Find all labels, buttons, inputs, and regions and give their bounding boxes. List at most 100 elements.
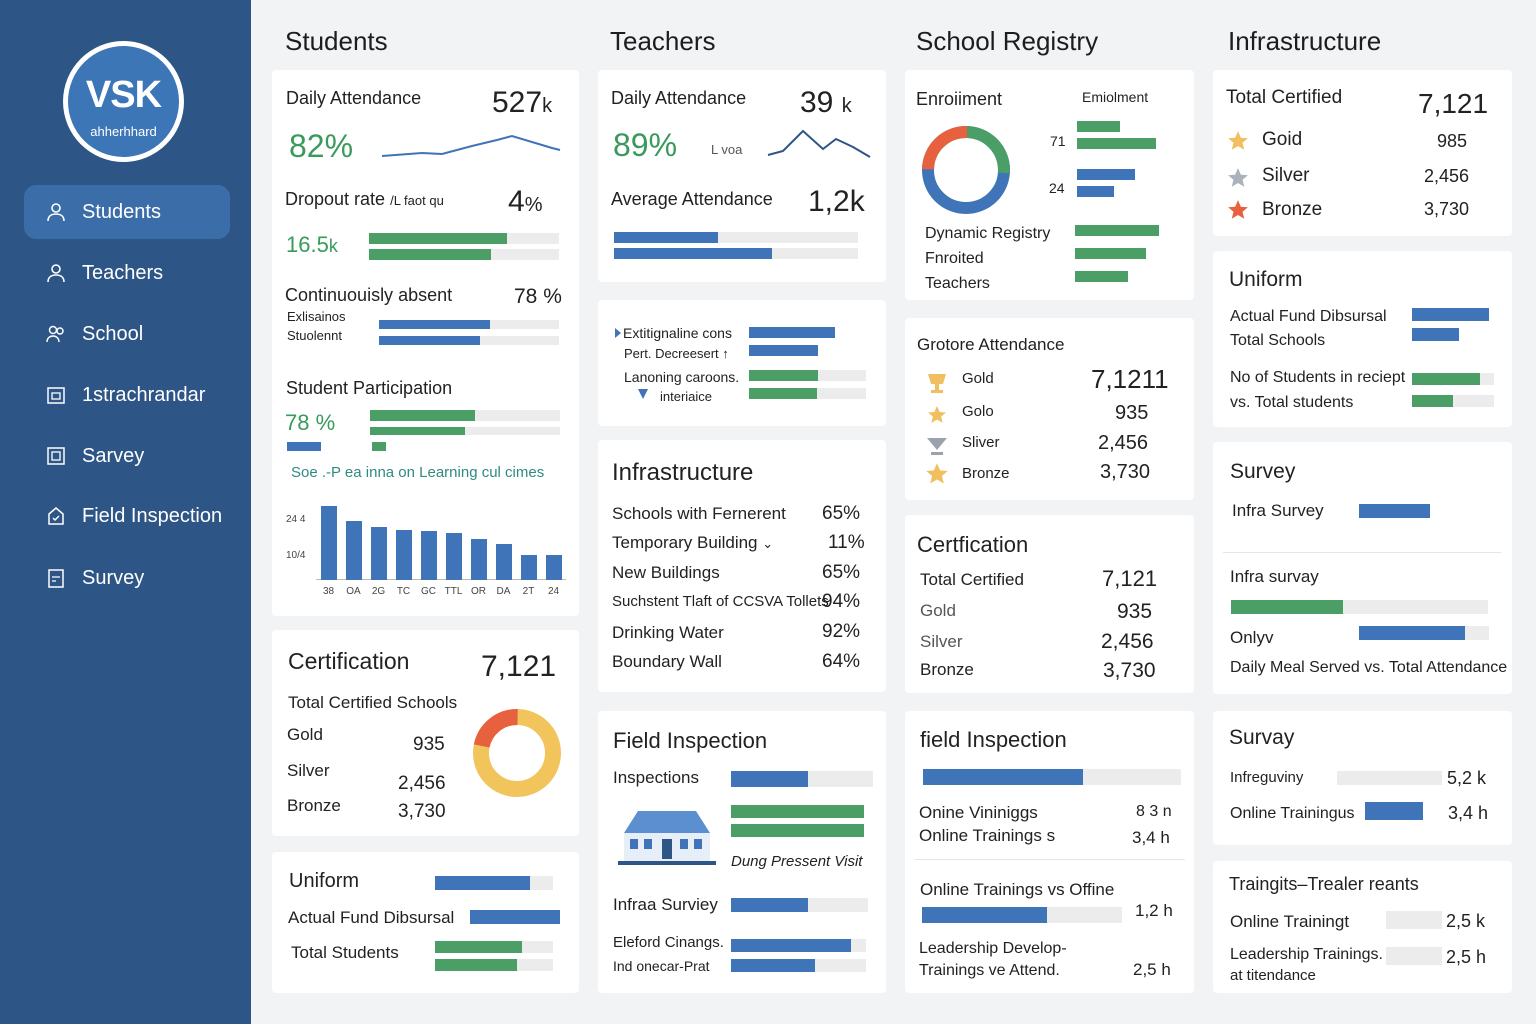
certification-card: Certification 7,121 Total Certified Scho…: [272, 630, 579, 836]
field-bar-2: [731, 824, 864, 837]
inspections-bar: [731, 771, 808, 787]
infra-cert-row-3-value: 3,730: [1424, 199, 1470, 219]
infra-survey-row-3: Onlyv: [1230, 628, 1274, 647]
misc-bar-3: [749, 370, 818, 381]
infra-uniform-row-3: No of Students in reciept: [1230, 369, 1406, 386]
infra-cert-row-1-value: 985: [1437, 131, 1468, 151]
nav-students[interactable]: Students: [24, 185, 230, 239]
nav-label: 1strachrandar: [82, 383, 206, 406]
chart-bar: [370, 526, 387, 580]
absent-pct: 78 %: [514, 285, 562, 308]
registry-field-row-4-value: 2,5 h: [1133, 960, 1171, 979]
infra-row-4-label: Suchstent Tlaft of CCSVA Tollets: [612, 593, 829, 610]
users-icon: [46, 325, 64, 343]
cert-gold-label: Gold: [287, 725, 323, 744]
participation-bar-4: [372, 442, 386, 451]
silver-star-icon: [1228, 168, 1248, 187]
cert-silver-value: 2,456: [398, 773, 446, 794]
chart-x-label: TTL: [444, 586, 463, 597]
dropout-title: Dropout rate /L faot qu: [285, 189, 444, 209]
infra-survey-row-4: Daily Meal Served vs. Total Attendance: [1230, 659, 1508, 676]
misc-row-4: interiaice: [660, 389, 713, 404]
teachers-daily-value: 39 k: [800, 86, 852, 119]
infra-survey-title: Survey: [1230, 460, 1296, 483]
nav-calendar[interactable]: 1strachrandar: [24, 368, 230, 422]
absent-line-2: Stuolennt: [287, 328, 342, 343]
logo-subtext: ahherhhard: [90, 124, 157, 139]
arrow-right-icon: [615, 328, 621, 338]
chart-x-label: DA: [496, 586, 511, 597]
nav-survey[interactable]: Survey: [24, 551, 230, 605]
uniform-bar-4: [435, 959, 517, 971]
absent-bar-2: [379, 336, 480, 345]
enrollment-label-3: Teachers: [925, 275, 990, 292]
enroll-bar-1: [1077, 121, 1120, 132]
silver-medal-icon: [927, 438, 947, 455]
infra-cert-row-1-label: Goid: [1262, 129, 1303, 150]
registry-cert-row-1-value: 7,121: [1102, 566, 1158, 591]
arrow-down-icon: [638, 389, 648, 399]
absent-line-1: Exlisainos: [287, 309, 346, 324]
inspections-label: Inspections: [613, 768, 699, 787]
attendance-sparkline: [381, 134, 561, 157]
nav-field-inspection[interactable]: Field Inspection: [24, 489, 230, 543]
infra-uniform-bar-4: [1412, 395, 1453, 407]
misc-bar-2: [749, 345, 818, 356]
nav-school[interactable]: School: [24, 307, 230, 361]
survay-card: Survay Infreguviny 5,2 k Online Training…: [1213, 711, 1512, 845]
logo-text: VSK: [85, 74, 162, 116]
nav-teachers[interactable]: Teachers: [24, 246, 230, 300]
trainings-row-2a: Leadership Trainings.: [1230, 946, 1383, 963]
trainings-title: Traingits–Trealer reants: [1229, 874, 1419, 894]
registry-cert-row-3-label: Silver: [920, 632, 963, 651]
infra-uniform-bar-2: [1412, 328, 1459, 341]
chart-x-label: 2G: [371, 586, 386, 597]
enroll-bar-5: [1075, 225, 1159, 236]
registry-field-row-4b: Trainings ve Attend.: [919, 962, 1060, 979]
dropout-bar-2: [369, 249, 491, 260]
certification-donut: [473, 709, 561, 797]
field-bar-1: [731, 805, 864, 818]
registry-field-row-1: Onine Vininiggs: [919, 803, 1038, 822]
infra-survey-label: Infraa Surviey: [613, 895, 718, 914]
participation-bar-1: [370, 410, 475, 421]
chart-x-label: 2T: [522, 586, 535, 597]
registry-cert-row-2-label: Gold: [920, 601, 956, 620]
eleford-bar-2: [731, 959, 815, 972]
registry-attendance-card: Grotore Attendance Gold 7,1211 Golo 935 …: [905, 318, 1194, 500]
registry-cert-title: Certfication: [917, 532, 1029, 557]
enroll-bar-4: [1077, 186, 1114, 197]
learning-link[interactable]: Soe .-P ea inna on Learning cul cimes: [291, 464, 544, 481]
teachers-header: Teachers: [610, 26, 716, 56]
survay-bar: [1365, 802, 1423, 820]
certification-sub: Total Certified Schools: [288, 693, 458, 712]
survay-row-2: Online Trainingus: [1230, 805, 1355, 822]
enroll-bar-7: [1075, 271, 1128, 282]
cert-silver-label: Silver: [287, 761, 330, 780]
registry-cert-row-3-value: 2,456: [1101, 630, 1154, 653]
registry-attendance-title: Grotore Attendance: [917, 335, 1065, 354]
nav-label: Sarvey: [82, 444, 145, 467]
nav-label: School: [82, 322, 144, 345]
infra-row-2-value: 11%: [828, 532, 865, 553]
infrastructure-header: Infrastructure: [1228, 26, 1382, 56]
participation-title: Student Participation: [286, 378, 453, 398]
uniform-bar-1: [435, 876, 530, 890]
nav-sarvey[interactable]: Sarvey: [24, 429, 230, 483]
attendance-row-3-label: Sliver: [962, 434, 1000, 451]
infra-row-2-label[interactable]: Temporary Building ⌄: [612, 533, 773, 553]
infra-survey-row-2: Infra survay: [1230, 567, 1319, 586]
average-attendance-value: 1,2k: [808, 185, 865, 218]
infra-survey-bar-1: [1359, 504, 1430, 518]
enrollment-n2: 24: [1049, 180, 1065, 196]
chart-bar: [495, 544, 512, 580]
chart-bar: [520, 554, 537, 580]
attendance-row-4-label: Bronze: [962, 465, 1010, 482]
bronze-star-icon: [1228, 200, 1248, 219]
enrollment-title: Enroiiment: [916, 89, 1003, 109]
calendar-icon: [47, 387, 65, 404]
attendance-row-1-label: Gold: [962, 370, 994, 387]
school-building-icon: [618, 811, 716, 865]
enrollment-n1: 71: [1050, 133, 1066, 149]
infra-survey-card: Survey Infra Survey Infra survay Onlyv D…: [1213, 442, 1512, 694]
